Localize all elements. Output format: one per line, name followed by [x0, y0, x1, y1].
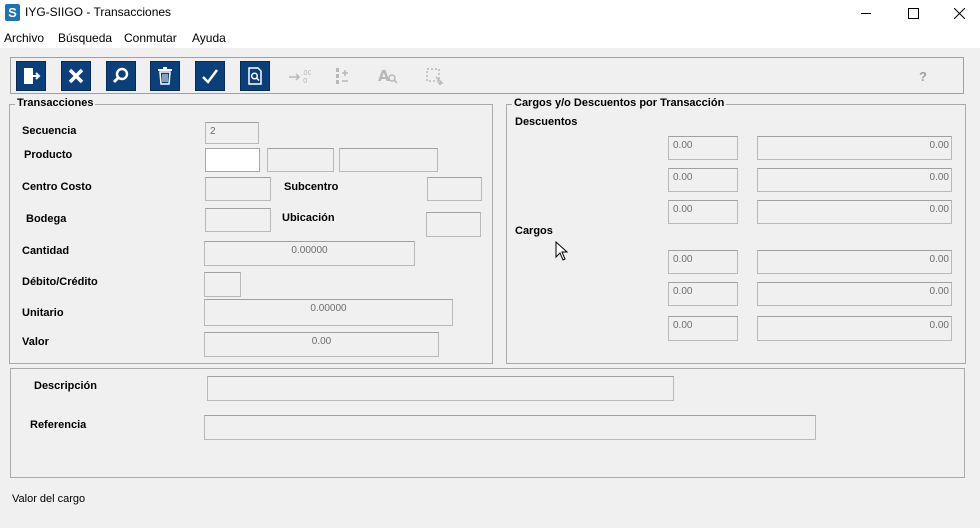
descuento-pct-field[interactable]: 0.00 [668, 136, 738, 160]
close-window-button[interactable] [936, 0, 980, 26]
numbering-button[interactable] [328, 61, 358, 91]
cancel-button[interactable] [61, 61, 91, 91]
descripcion-label: Descripción [34, 380, 97, 392]
exit-button[interactable] [16, 61, 46, 91]
svg-text:.00: .00 [301, 69, 311, 77]
cargos-label: Cargos [515, 225, 553, 237]
secuencia-label: Secuencia [22, 125, 77, 137]
preview-document-icon [248, 67, 262, 85]
cargo-pct-field[interactable]: 0.00 [668, 316, 738, 341]
debito-credito-field[interactable] [204, 272, 241, 297]
referencia-field[interactable] [204, 415, 816, 440]
cargo-amount-field[interactable]: 0.00 [757, 282, 952, 306]
descuentos-label: Descuentos [515, 116, 578, 128]
select-area-button[interactable] [419, 61, 449, 91]
status-text: Valor del cargo [12, 493, 86, 505]
cargo-pct-field[interactable]: 0.00 [668, 250, 738, 274]
menu-archivo[interactable]: Archivo [4, 31, 44, 45]
unitario-field[interactable]: 0.00000 [204, 299, 453, 326]
producto-code-field[interactable] [205, 148, 260, 172]
descuento-pct-field[interactable]: 0.00 [668, 200, 738, 224]
descuento-amount-field[interactable]: 0.00 [757, 168, 952, 192]
unitario-label: Unitario [22, 307, 64, 319]
preview-button[interactable] [240, 61, 270, 91]
descripcion-field[interactable] [207, 376, 674, 401]
subcentro-label: Subcentro [284, 181, 339, 193]
trash-icon [158, 67, 172, 85]
svg-text:A: A [378, 67, 390, 85]
menu-conmutar[interactable]: Conmutar [124, 31, 177, 45]
ubicacion-field[interactable] [426, 212, 481, 237]
window-title: IYG-SIIGO - Transacciones [25, 5, 172, 19]
sequence-button[interactable]: .00 0 [284, 61, 314, 91]
find-text-icon: A [378, 67, 398, 85]
bodega-label: Bodega [26, 213, 67, 225]
menu-busqueda[interactable]: Búsqueda [58, 31, 112, 45]
app-logo-icon: S [5, 4, 20, 21]
maximize-icon [907, 7, 919, 19]
valor-label: Valor [22, 336, 49, 348]
cargos-descuentos-title: Cargos y/o Descuentos por Transacción [512, 97, 727, 109]
minimize-button[interactable] [843, 0, 889, 26]
descuento-pct-field[interactable]: 0.00 [668, 168, 738, 192]
cargo-amount-field[interactable]: 0.00 [757, 250, 952, 274]
toolbar: .00 0 A ? [10, 57, 964, 94]
find-text-button[interactable]: A [373, 61, 403, 91]
referencia-label: Referencia [30, 419, 87, 431]
sequence-icon: .00 0 [289, 69, 311, 85]
transacciones-title: Transacciones [15, 97, 96, 109]
cargo-amount-field[interactable]: 0.00 [757, 316, 952, 341]
valor-field[interactable]: 0.00 [204, 332, 439, 357]
menu-bar: Archivo Búsqueda Conmutar Ayuda [0, 26, 980, 48]
producto-subcode-field[interactable] [267, 148, 334, 172]
maximize-button[interactable] [890, 0, 936, 26]
secuencia-field[interactable]: 2 [205, 122, 259, 144]
checkmark-icon [202, 69, 218, 84]
confirm-button[interactable] [195, 61, 225, 91]
title-bar: S IYG-SIIGO - Transacciones [0, 0, 980, 26]
numbering-icon [336, 68, 348, 84]
cargo-pct-field[interactable]: 0.00 [668, 282, 738, 306]
svg-text:0: 0 [303, 77, 307, 85]
ubicacion-label: Ubicación [282, 212, 335, 224]
producto-label: Producto [24, 149, 73, 161]
cancel-x-icon [68, 68, 84, 84]
centro-costo-label: Centro Costo [22, 181, 92, 193]
exit-door-icon [24, 68, 41, 84]
centro-costo-field[interactable] [205, 177, 271, 201]
search-button[interactable] [106, 61, 136, 91]
close-icon [953, 7, 965, 19]
delete-button[interactable] [150, 61, 180, 91]
mouse-cursor-icon [555, 241, 569, 261]
select-area-icon [426, 68, 444, 86]
bodega-field[interactable] [205, 208, 271, 232]
producto-description-field[interactable] [339, 148, 438, 172]
cantidad-field[interactable]: 0.00000 [204, 241, 415, 266]
descuento-amount-field[interactable]: 0.00 [757, 200, 952, 224]
subcentro-field[interactable] [427, 177, 482, 201]
menu-ayuda[interactable]: Ayuda [192, 31, 226, 45]
search-magnifier-icon [112, 67, 129, 84]
descuento-amount-field[interactable]: 0.00 [757, 136, 952, 160]
help-button[interactable]: ? [908, 61, 938, 91]
cantidad-label: Cantidad [22, 245, 70, 257]
debito-credito-label: Débito/Crédito [22, 276, 98, 288]
minimize-icon [861, 13, 871, 14]
